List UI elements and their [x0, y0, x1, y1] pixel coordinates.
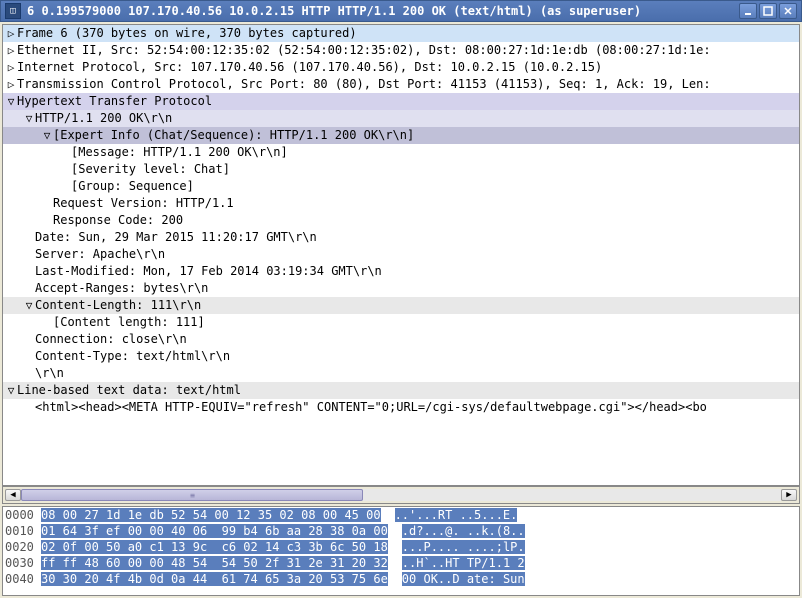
expander-open-icon[interactable]: ▽ [5, 93, 17, 110]
expander-icon[interactable]: ▷ [5, 42, 17, 59]
tree-response-code[interactable]: Response Code: 200 [3, 212, 799, 229]
hex-row[interactable]: 0030ff ff 48 60 00 00 48 54 54 50 2f 31 … [3, 555, 799, 571]
hex-row[interactable]: 002002 0f 00 50 a0 c1 13 9c c6 02 14 c3 … [3, 539, 799, 555]
tree-connection-header[interactable]: Connection: close\r\n [3, 331, 799, 348]
window-titlebar: ◫ 6 0.199579000 107.170.40.56 10.0.2.15 … [0, 0, 802, 22]
tree-expert-severity[interactable]: [Severity level: Chat] [3, 161, 799, 178]
tree-http-status[interactable]: ▽HTTP/1.1 200 OK\r\n [3, 110, 799, 127]
hex-row[interactable]: 004030 30 20 4f 4b 0d 0a 44 61 74 65 3a … [3, 571, 799, 587]
tree-ip[interactable]: ▷Internet Protocol, Src: 107.170.40.56 (… [3, 59, 799, 76]
minimize-button[interactable] [739, 3, 757, 19]
maximize-button[interactable] [759, 3, 777, 19]
tree-crlf[interactable]: \r\n [3, 365, 799, 382]
tree-server-header[interactable]: Server: Apache\r\n [3, 246, 799, 263]
tree-content-type-header[interactable]: Content-Type: text/html\r\n [3, 348, 799, 365]
tree-expert-message[interactable]: [Message: HTTP/1.1 200 OK\r\n] [3, 144, 799, 161]
tree-content-length-header[interactable]: ▽Content-Length: 111\r\n [3, 297, 799, 314]
window-title: 6 0.199579000 107.170.40.56 10.0.2.15 HT… [27, 4, 739, 18]
tree-last-modified-header[interactable]: Last-Modified: Mon, 17 Feb 2014 03:19:34… [3, 263, 799, 280]
tree-expert-info[interactable]: ▽[Expert Info (Chat/Sequence): HTTP/1.1 … [3, 127, 799, 144]
tree-line-based-text[interactable]: ▽Line-based text data: text/html [3, 382, 799, 399]
tree-content-length-value[interactable]: [Content length: 111] [3, 314, 799, 331]
tree-request-version[interactable]: Request Version: HTTP/1.1 [3, 195, 799, 212]
tree-frame[interactable]: ▷Frame 6 (370 bytes on wire, 370 bytes c… [3, 25, 799, 42]
tree-date-header[interactable]: Date: Sun, 29 Mar 2015 11:20:17 GMT\r\n [3, 229, 799, 246]
tree-http[interactable]: ▽Hypertext Transfer Protocol [3, 93, 799, 110]
expander-icon[interactable]: ▷ [5, 76, 17, 93]
packet-details-tree[interactable]: ▷Frame 6 (370 bytes on wire, 370 bytes c… [2, 24, 800, 486]
expander-open-icon[interactable]: ▽ [23, 297, 35, 314]
tree-ethernet[interactable]: ▷Ethernet II, Src: 52:54:00:12:35:02 (52… [3, 42, 799, 59]
packet-bytes-pane[interactable]: 000008 00 27 1d 1e db 52 54 00 12 35 02 … [2, 506, 800, 596]
tree-tcp[interactable]: ▷Transmission Control Protocol, Src Port… [3, 76, 799, 93]
scroll-left-button[interactable]: ◀ [5, 489, 21, 501]
hex-row[interactable]: 001001 64 3f ef 00 00 40 06 99 b4 6b aa … [3, 523, 799, 539]
close-button[interactable] [779, 3, 797, 19]
scroll-thumb[interactable]: ≡ [21, 489, 363, 501]
expander-open-icon[interactable]: ▽ [5, 382, 17, 399]
hex-row[interactable]: 000008 00 27 1d 1e db 52 54 00 12 35 02 … [3, 507, 799, 523]
app-icon: ◫ [5, 3, 21, 19]
expander-icon[interactable]: ▷ [5, 59, 17, 76]
expander-icon[interactable]: ▷ [5, 25, 17, 42]
scroll-track[interactable]: ≡ [21, 489, 781, 501]
tree-expert-group[interactable]: [Group: Sequence] [3, 178, 799, 195]
expander-open-icon[interactable]: ▽ [41, 127, 53, 144]
horizontal-scrollbar[interactable]: ◀ ≡ ▶ [2, 486, 800, 504]
tree-accept-ranges-header[interactable]: Accept-Ranges: bytes\r\n [3, 280, 799, 297]
scroll-right-button[interactable]: ▶ [781, 489, 797, 501]
expander-open-icon[interactable]: ▽ [23, 110, 35, 127]
tree-html-body[interactable]: <html><head><META HTTP-EQUIV="refresh" C… [3, 399, 799, 416]
